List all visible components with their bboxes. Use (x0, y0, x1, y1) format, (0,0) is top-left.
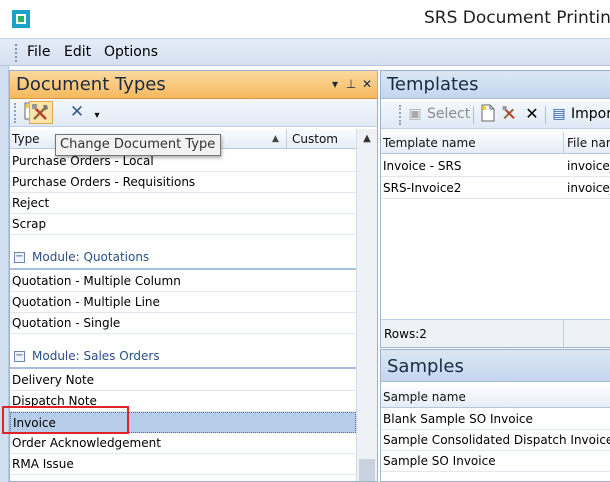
group-label: Module: Quotations (32, 250, 150, 264)
column-sample-name[interactable]: Sample name (383, 390, 466, 404)
select-button[interactable]: Select (427, 106, 470, 122)
templates-grid-header: Template name File nar (381, 132, 610, 154)
menu-file[interactable]: File (27, 44, 50, 60)
select-icon[interactable]: ▣ (405, 104, 425, 124)
close-icon[interactable]: ✕ (360, 75, 374, 93)
table-row[interactable]: SRS-Invoice2 invoice_ (381, 177, 610, 199)
column-file-name[interactable]: File nar (567, 136, 610, 150)
scroll-up-icon[interactable]: ▲ (359, 131, 375, 147)
vertical-scrollbar[interactable]: ▲ (356, 129, 377, 481)
tools-icon[interactable] (500, 104, 520, 124)
menu-options[interactable]: Options (104, 44, 158, 60)
menu-bar: File Edit Options (0, 38, 610, 66)
toolbar-overflow-icon[interactable]: ▾ (87, 106, 107, 126)
scrollbar-thumb[interactable] (359, 459, 375, 481)
menu-grip[interactable] (15, 44, 17, 62)
samples-panel: Samples Sample name Blank Sample SO Invo… (380, 349, 610, 482)
list-item[interactable]: Sample SO Invoice (381, 451, 610, 472)
row-label: Quotation - Single (12, 316, 121, 330)
collapse-icon[interactable]: − (14, 252, 25, 263)
column-template-name[interactable]: Template name (383, 136, 476, 150)
templates-panel: Templates ▣ Select ✕ ▤ Impor Template na… (380, 70, 610, 348)
sample-name: Blank Sample SO Invoice (383, 412, 533, 426)
list-item[interactable]: Quotation - Single (10, 313, 356, 334)
row-label: Purchase Orders - Requisitions (12, 175, 196, 189)
row-label: Purchase Orders - Local (12, 154, 154, 168)
row-count: Rows:2 (384, 327, 427, 341)
tools-icon (32, 104, 48, 120)
tooltip: Change Document Type (55, 134, 221, 156)
app-icon (10, 8, 32, 30)
sample-name: Sample SO Invoice (383, 454, 496, 468)
delete-icon[interactable]: ✕ (67, 102, 87, 122)
file-name-cell: invoice_ (567, 181, 610, 195)
templates-toolbar: ▣ Select ✕ ▤ Impor (381, 101, 610, 129)
column-separator (286, 129, 287, 149)
panel-title: Samples (387, 356, 464, 377)
row-label: RMA Issue (12, 457, 74, 471)
new-template-icon[interactable] (478, 104, 498, 124)
document-types-header: Document Types ▾ ⊥ ✕ (10, 71, 377, 99)
template-name-cell: SRS-Invoice2 (383, 181, 462, 195)
window-title: SRS Document Printin (424, 8, 610, 28)
toolbar-separator (473, 106, 474, 124)
group-quotations[interactable]: − Module: Quotations (10, 246, 356, 270)
row-label: Delivery Note (12, 373, 95, 387)
toolbar-grip[interactable] (14, 103, 16, 123)
pin-icon[interactable]: ⊥ (344, 75, 358, 93)
delete-icon[interactable]: ✕ (522, 104, 542, 124)
list-item[interactable]: Reject (10, 193, 356, 214)
row-label: Scrap (12, 217, 47, 231)
column-separator (563, 132, 564, 154)
group-sales-orders[interactable]: − Module: Sales Orders (10, 345, 356, 369)
row-label: Quotation - Multiple Column (12, 274, 181, 288)
column-custom[interactable]: Custom (292, 132, 338, 146)
list-item[interactable]: Purchase Orders - Requisitions (10, 172, 356, 193)
toolbar-separator (545, 106, 546, 124)
templates-footer: Rows:2 (381, 319, 610, 348)
row-label: Quotation - Multiple Line (12, 295, 160, 309)
title-bar: SRS Document Printin (0, 0, 610, 38)
list-item[interactable]: Order Acknowledgement (10, 433, 356, 454)
panel-title: Document Types (16, 74, 166, 95)
highlight-annotation (2, 406, 129, 434)
toolbar-grip[interactable] (399, 105, 401, 125)
table-row[interactable]: Invoice - SRS invoice_ (381, 155, 610, 177)
template-name-cell: Invoice - SRS (383, 159, 462, 173)
edit-document-type-button[interactable] (29, 101, 53, 124)
panel-title: Templates (387, 74, 479, 95)
dropdown-icon[interactable]: ▾ (328, 75, 342, 93)
samples-header: Samples (381, 350, 610, 382)
collapse-icon[interactable]: − (14, 351, 25, 362)
file-name-cell: invoice_ (567, 159, 610, 173)
list-item[interactable]: Quotation - Multiple Line (10, 292, 356, 313)
import-button[interactable]: Impor (571, 106, 610, 122)
import-icon[interactable]: ▤ (549, 104, 569, 124)
list-item[interactable]: Delivery Note (10, 370, 356, 391)
group-label: Module: Sales Orders (32, 349, 160, 363)
sort-arrow-icon: ▲ (272, 134, 279, 144)
list-item[interactable]: Blank Sample SO Invoice (381, 409, 610, 430)
list-item[interactable]: Scrap (10, 214, 356, 235)
menu-edit[interactable]: Edit (64, 44, 91, 60)
document-types-toolbar: ✕ ▾ (10, 99, 377, 127)
list-item[interactable]: Quotation - Multiple Column (10, 271, 356, 292)
samples-grid-header: Sample name (381, 386, 610, 408)
column-type[interactable]: Type (12, 132, 40, 146)
row-label: Order Acknowledgement (12, 436, 161, 450)
sample-name: Sample Consolidated Dispatch Invoice (383, 433, 610, 447)
list-item[interactable]: RMA Issue (10, 454, 356, 475)
list-item[interactable]: Sample Consolidated Dispatch Invoice (381, 430, 610, 451)
row-label: Reject (12, 196, 50, 210)
templates-header: Templates (381, 71, 610, 99)
column-separator (563, 320, 564, 348)
